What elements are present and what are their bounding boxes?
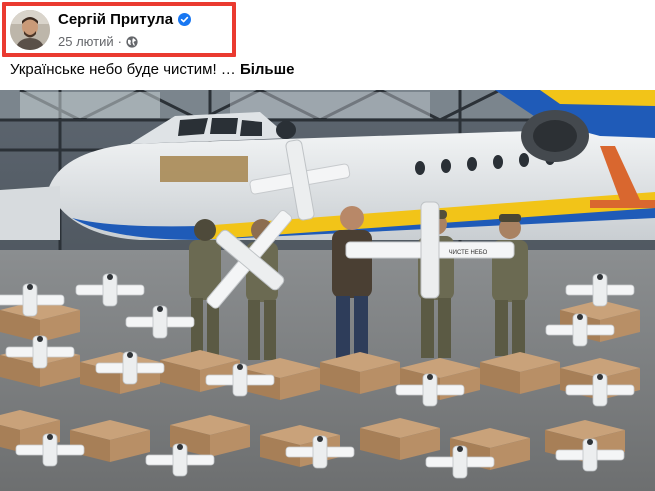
author-name[interactable]: Сергій Притула [58, 11, 173, 28]
author-avatar[interactable] [10, 10, 50, 50]
post-meta: 25 лютий · [58, 34, 138, 49]
meta-separator: · [117, 34, 122, 49]
globe-icon[interactable] [126, 35, 138, 48]
post-text-body: Українське небо буде чистим! … [10, 61, 240, 78]
post-photo[interactable]: ЧИСТЕ НЕБО [0, 90, 655, 491]
drone-label: ЧИСТЕ НЕБО [449, 250, 488, 256]
verified-badge-icon [178, 13, 192, 26]
author-name-row[interactable]: Сергій Притула [58, 11, 192, 28]
post-text: Українське небо буде чистим! … Більше [10, 61, 295, 78]
post-date[interactable]: 25 лютий [58, 34, 114, 49]
post-header: Сергій Притула 25 лютий · [0, 0, 655, 60]
see-more-link[interactable]: Більше [240, 61, 295, 78]
